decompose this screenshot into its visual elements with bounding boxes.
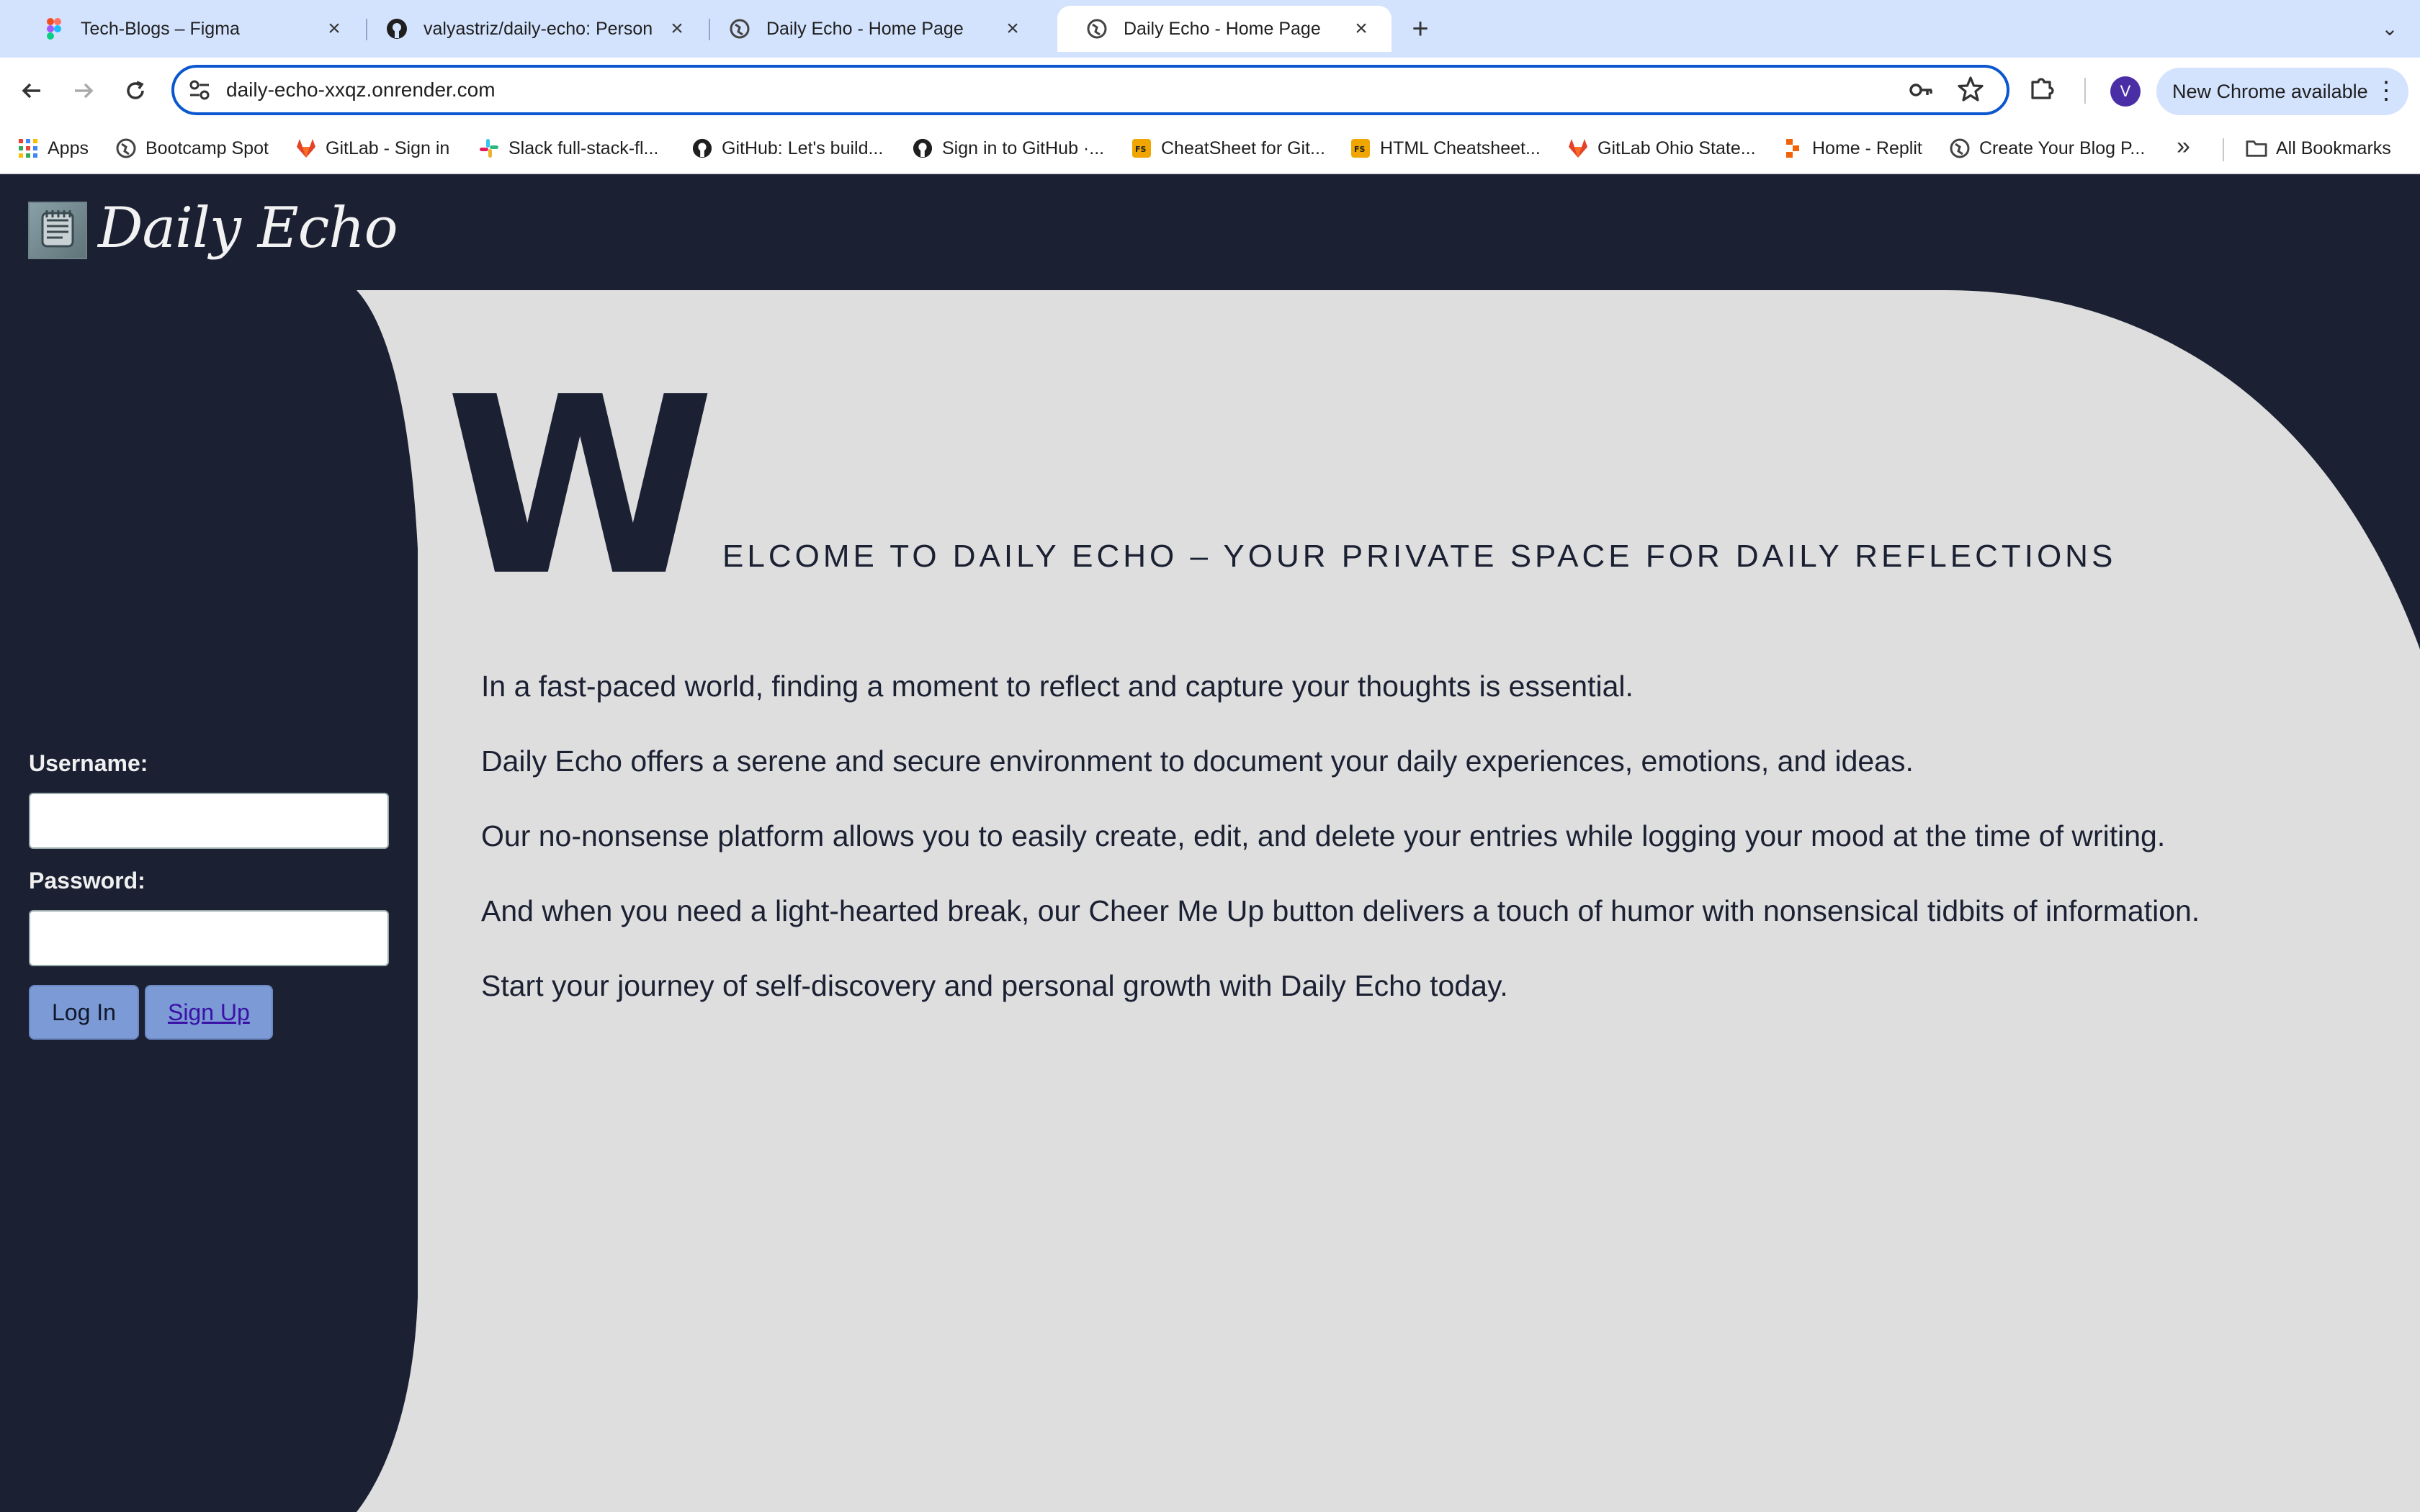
close-icon[interactable]: × [664,16,690,42]
page-title: W ELCOME TO DAILY ECHO – YOUR PRIVATE SP… [445,345,2117,630]
folder-icon [2246,138,2267,159]
gitlab-icon [1567,138,1589,159]
back-arrow-icon [22,83,40,99]
intro-paragraph: And when you need a light-hearted break,… [481,894,2200,927]
slack-icon [478,138,500,159]
bookmark-label: Home - Replit [1812,138,1922,158]
tab-figma[interactable]: Tech-Blogs – Figma × [14,6,364,52]
logo-image[interactable] [28,202,87,259]
bookmark-apps[interactable]: Apps [17,124,89,173]
tab-title: Daily Echo - Home Page [766,18,964,39]
new-tab-button[interactable]: + [1404,13,1436,45]
tab-search-chevron-icon[interactable]: ⌄ [2374,13,2406,45]
bookmark-create-blog[interactable]: Create Your Blog P... [1949,124,2145,173]
globe-icon [729,18,750,40]
tab-daily-echo[interactable]: Daily Echo - Home Page × [700,6,1043,52]
extensions-puzzle-icon[interactable] [2028,73,2057,106]
bookmark-label: GitLab Ohio State... [1597,138,1756,158]
figma-icon [43,18,65,40]
intro-paragraph: Daily Echo offers a serene and secure en… [481,744,1914,778]
globe-icon [115,138,137,159]
bookmark-gitlab-sign-in[interactable]: GitLab - Sign in [295,124,449,173]
github-icon [912,138,933,159]
bookmarks-separator [2223,138,2224,161]
profile-avatar[interactable]: V [2110,76,2141,107]
tab-daily-echo-active[interactable]: Daily Echo - Home Page × [1057,6,1392,52]
kebab-menu-icon[interactable]: ⋮ [2374,76,2398,105]
address-text: daily-echo-xxqz.onrender.com [226,78,496,101]
apps-grid-icon [17,138,39,159]
fs-icon: FS [1131,138,1152,159]
tab-title: Daily Echo - Home Page [1124,18,1321,39]
bookmark-label: Create Your Blog P... [1979,138,2146,158]
password-key-icon[interactable] [1907,76,1935,107]
close-icon[interactable]: × [1000,16,1026,42]
bookmark-label: HTML Cheatsheet... [1380,138,1541,158]
forward-arrow-icon [75,83,94,99]
tab-title: Tech-Blogs – Figma [81,18,240,39]
tab-strip: Tech-Blogs – Figma × valyastriz/daily-ec… [0,0,2420,58]
headline-text: ELCOME TO DAILY ECHO – YOUR PRIVATE SPAC… [722,539,2117,574]
bookmark-label: CheatSheet for Git... [1161,138,1325,158]
github-icon [386,18,408,40]
fs-icon: FS [1350,138,1371,159]
globe-icon [1086,18,1108,40]
bookmark-github-lets-build[interactable]: GitHub: Let's build... [691,124,883,173]
svg-text:FS: FS [1135,145,1147,154]
password-label: Password: [29,868,145,894]
site-settings-icon [189,80,210,100]
browser-toolbar: daily-echo-xxqz.onrender.com V New Chrom… [0,58,2420,124]
intro-paragraph: Start your journey of self-discovery and… [481,969,1508,1002]
bookmark-sign-in-github[interactable]: Sign in to GitHub ·... [912,124,1104,173]
bookmarks-bar: Apps Bootcamp Spot GitLab - Sign in Slac… [0,124,2420,174]
username-label: Username: [29,750,148,776]
globe-icon [1949,138,1971,159]
update-label: New Chrome available [2172,80,2368,102]
login-form: Username: Password: Log In Sign Up [29,750,389,1040]
signup-button[interactable]: Sign Up [144,985,273,1040]
reload-icon [127,81,144,99]
svg-text:FS: FS [1354,145,1366,154]
gitlab-icon [295,138,317,159]
login-button[interactable]: Log In [29,985,139,1040]
forward-button[interactable] [65,72,102,109]
toolbar-separator [2084,78,2086,104]
bookmark-label: GitHub: Let's build... [722,138,884,158]
bookmark-label: Apps [48,138,89,158]
bookmark-html-cheatsheet[interactable]: FS HTML Cheatsheet... [1350,124,1541,173]
bookmark-label: Slack full-stack-fl... [508,138,659,158]
intro-paragraph: Our no-nonsense platform allows you to e… [481,819,2166,852]
bookmark-label: Bootcamp Spot [145,138,269,158]
close-icon[interactable]: × [321,16,347,42]
back-button[interactable] [13,72,50,109]
all-bookmarks-button[interactable]: All Bookmarks [2246,124,2391,173]
new-chrome-available-button[interactable]: New Chrome available ⋮ [2156,68,2408,115]
bookmark-gitlab-ohio-state[interactable]: GitLab Ohio State... [1567,124,1756,173]
replit-icon [1782,138,1803,159]
bookmark-label: GitLab - Sign in [326,138,450,158]
password-input[interactable] [29,910,389,966]
web-page: Daily Echo Username: Password: Log In Si… [0,174,2420,1512]
bookmark-replit[interactable]: Home - Replit [1782,124,1922,173]
tab-github[interactable]: valyastriz/daily-echo: Person × [357,6,707,52]
github-icon [691,138,713,159]
address-bar[interactable]: daily-echo-xxqz.onrender.com [171,65,2009,115]
reload-button[interactable] [117,72,154,109]
bookmark-bootcamp-spot[interactable]: Bootcamp Spot [115,124,269,173]
headline-drop-cap: W [445,345,715,630]
bookmark-label: All Bookmarks [2276,138,2391,158]
username-input[interactable] [29,793,389,849]
bookmark-label: Sign in to GitHub ·... [942,138,1105,158]
browser-chrome: Tech-Blogs – Figma × valyastriz/daily-ec… [0,0,2420,174]
bookmark-slack[interactable]: Slack full-stack-fl... [478,124,658,173]
bookmark-star-icon[interactable] [1956,75,1985,107]
bookmark-cheatsheet-git[interactable]: FS CheatSheet for Git... [1131,124,1325,173]
intro-paragraph: In a fast-paced world, finding a moment … [481,670,1634,703]
more-bookmarks-chevron-icon[interactable]: » [2177,132,2190,161]
close-icon[interactable]: × [1348,16,1374,42]
site-logo-text[interactable]: Daily Echo [98,196,398,261]
tab-title: valyastriz/daily-echo: Person [424,18,653,39]
